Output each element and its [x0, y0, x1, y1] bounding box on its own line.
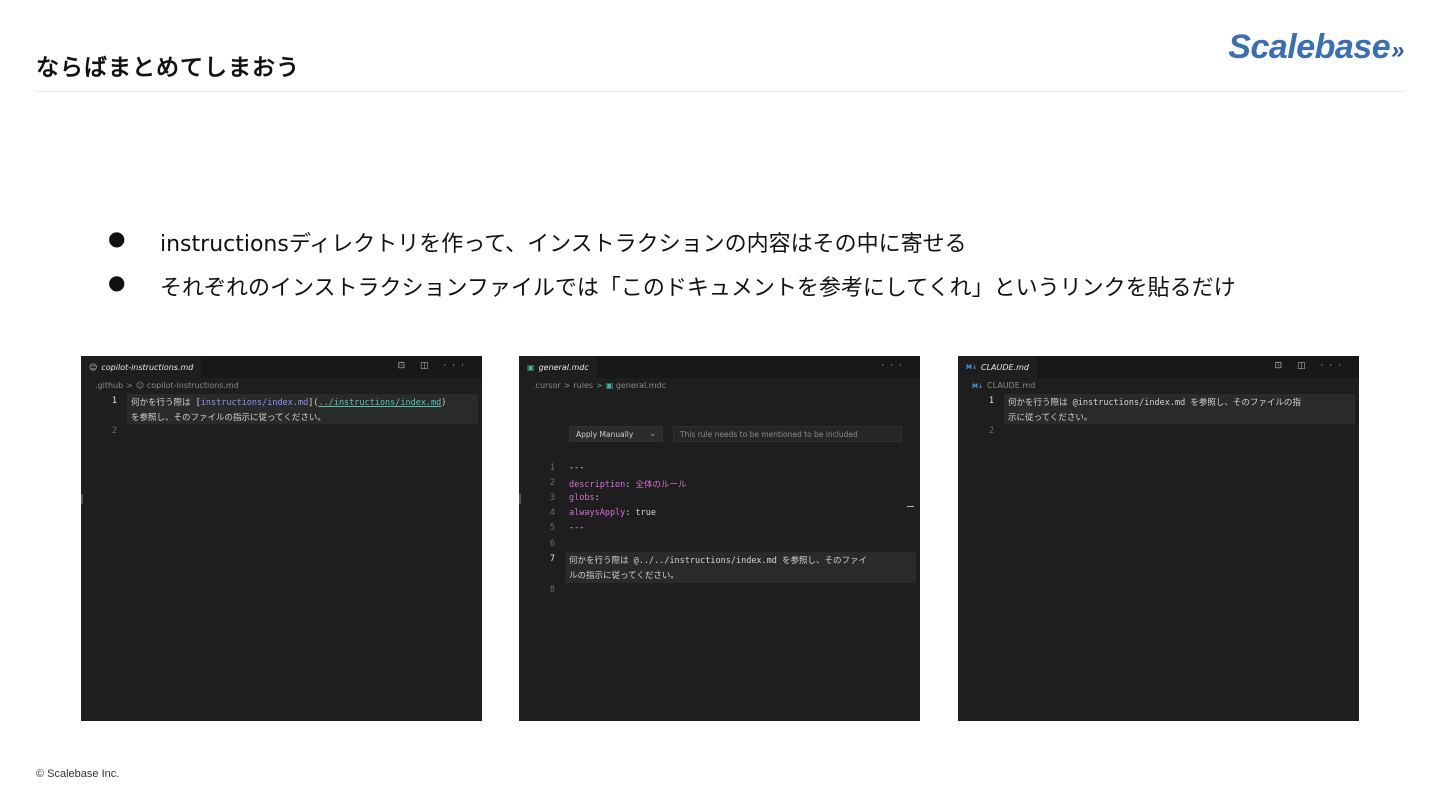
breadcrumb: M↓ CLAUDE.md — [972, 381, 1035, 390]
mdc-file-icon: ▣ — [527, 362, 535, 372]
copilot-icon: ☺ — [135, 381, 147, 390]
code-line: 何かを行う際は [instructions/index.md](../instr… — [131, 396, 446, 408]
tab-label: general.mdc — [538, 362, 589, 372]
line-number: 4 — [549, 508, 555, 518]
breadcrumb: .cursor > rules > ▣ general.mdc — [533, 381, 666, 390]
chevron-down-icon: ⌄ — [649, 429, 656, 438]
breadcrumb-sep: > — [126, 381, 133, 390]
scalebase-logo: Scalebase» — [1228, 28, 1404, 67]
code-line: alwaysApply: true — [569, 508, 657, 518]
editor-general-mdc: ▣ general.mdc ··· .cursor > rules > ▣ genera… — [519, 356, 920, 721]
editor-actions[interactable]: ⊡ ◫ ··· — [398, 361, 470, 371]
line-number: 6 — [549, 539, 555, 549]
code-text: ) — [441, 398, 447, 408]
yaml-key: globs — [569, 493, 595, 503]
breadcrumb-file[interactable]: general.mdc — [616, 381, 666, 390]
link-url[interactable]: ../instructions/index.md — [318, 398, 441, 408]
code-text: ]( — [308, 398, 319, 408]
page-title: ならばまとめてしまおう — [36, 55, 300, 81]
yaml-value: true — [635, 508, 657, 518]
code-line: 示に従ってください。 — [1008, 413, 1093, 423]
breadcrumb-sep: > — [596, 381, 603, 390]
line-number: 8 — [549, 585, 555, 595]
line-number: 1 — [111, 396, 117, 406]
line-number: 3 — [549, 493, 555, 503]
code-line: を参照し、そのファイルの指示に従ってください。 — [131, 413, 326, 423]
code-line: --- — [569, 523, 585, 533]
code-line: 何かを行う際は @../../instructions/index.md を参照… — [569, 556, 868, 566]
link-text[interactable]: instructions/index.md — [201, 398, 308, 408]
rule-type-bar: Apply Manually ⌄ This rule needs to be m… — [569, 426, 902, 442]
mdc-file-icon: ▣ — [605, 381, 616, 390]
breadcrumb: .github > ☺ copilot-instructions.md — [95, 381, 239, 390]
line-number: 2 — [988, 426, 994, 436]
tab-bar: M↓ CLAUDE.md ⊡ ◫ ··· — [958, 356, 1359, 378]
editor-actions[interactable]: ⊡ ◫ ··· — [1275, 361, 1347, 371]
line-number: 7 — [549, 554, 555, 564]
rule-type-value: Apply Manually — [576, 430, 634, 439]
line-number: 1 — [988, 396, 994, 406]
tab-bar: ☺ copilot-instructions.md ⊡ ◫ ··· — [81, 356, 482, 378]
copyright: © Scalebase Inc. — [36, 768, 120, 780]
yaml-value: 全体のルール — [635, 480, 687, 490]
tab-copilot-instructions[interactable]: ☺ copilot-instructions.md — [81, 356, 202, 378]
code-line: ルの指示に従ってください。 — [569, 571, 679, 581]
bullet-text: instructionsディレクトリを作って、インストラクションの内容はその中に… — [160, 232, 967, 257]
bullet-marker: ● — [108, 226, 126, 250]
yaml-key: description — [569, 480, 626, 490]
tab-claude-md[interactable]: M↓ CLAUDE.md — [958, 356, 1037, 378]
rule-description-input[interactable]: This rule needs to be mentioned to be in… — [673, 426, 902, 442]
line-number: 5 — [549, 523, 555, 533]
logo-arrows: » — [1391, 37, 1404, 64]
code-line: --- — [569, 463, 585, 473]
editor-copilot-instructions: ☺ copilot-instructions.md ⊡ ◫ ··· .githu… — [81, 356, 482, 721]
markdown-icon: M↓ — [972, 383, 983, 390]
line-number: 2 — [549, 478, 555, 488]
header-divider — [36, 91, 1404, 92]
tab-general-mdc[interactable]: ▣ general.mdc — [519, 356, 597, 378]
tab-bar: ▣ general.mdc ··· — [519, 356, 920, 378]
copilot-icon: ☺ — [89, 362, 98, 372]
bullet-text: それぞれのインストラクションファイルでは「このドキュメントを参考にしてくれ」とい… — [160, 276, 1236, 301]
markdown-icon: M↓ — [966, 363, 977, 371]
tab-label: CLAUDE.md — [981, 362, 1029, 372]
logo-text: Scalebase — [1228, 28, 1391, 66]
code-text: 何かを行う際は [ — [131, 398, 201, 408]
gutter-marker — [81, 494, 83, 504]
bullet-marker: ● — [108, 270, 126, 294]
breadcrumb-dir[interactable]: .github — [95, 381, 123, 390]
breadcrumb-file[interactable]: CLAUDE.md — [987, 381, 1035, 390]
scrollbar-marker[interactable] — [907, 506, 914, 507]
breadcrumb-dir[interactable]: .cursor — [533, 381, 561, 390]
tab-label: copilot-instructions.md — [101, 362, 194, 372]
rule-type-select[interactable]: Apply Manually ⌄ — [569, 426, 663, 442]
code-line: description: 全体のルール — [569, 480, 687, 490]
editor-actions[interactable]: ··· — [881, 361, 908, 371]
line-number: 2 — [111, 426, 117, 436]
breadcrumb-file[interactable]: copilot-instructions.md — [147, 381, 239, 390]
breadcrumb-sep: > — [563, 381, 571, 390]
code-line: 何かを行う際は @instructions/index.md を参照し、そのファ… — [1008, 398, 1301, 408]
line-number: 1 — [549, 463, 555, 473]
editor-claude-md: M↓ CLAUDE.md ⊡ ◫ ··· M↓ CLAUDE.md 1 何かを行う… — [958, 356, 1359, 721]
code-line: globs: — [569, 493, 600, 503]
yaml-key: alwaysApply — [569, 508, 626, 518]
breadcrumb-dir[interactable]: rules — [573, 381, 593, 390]
